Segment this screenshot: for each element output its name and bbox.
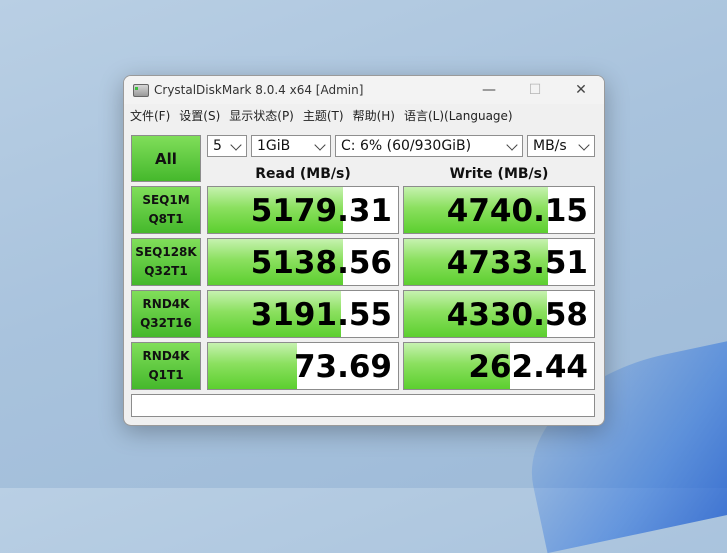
test-count-value: 5	[213, 138, 222, 154]
seq128k-q32t1-button[interactable]: SEQ128K Q32T1	[131, 238, 201, 286]
row-label-secondary: Q1T1	[148, 368, 184, 382]
main-panel: All 5 1GiB C: 6% (60/930GiB) MB/s Read (…	[124, 130, 604, 425]
write-result-value: 4733.51	[446, 245, 588, 281]
write-column-header: Write (MB/s)	[449, 166, 549, 182]
result-cell-read: 3191.55	[207, 290, 399, 338]
read-result-value: 5138.56	[250, 245, 392, 281]
result-cell-read: 5179.31	[207, 186, 399, 234]
result-cell-read: 73.69	[207, 342, 399, 390]
menu-display-status[interactable]: 显示状态(P)	[229, 107, 294, 124]
read-bar-fill	[208, 343, 298, 389]
run-all-button[interactable]: All	[131, 135, 201, 182]
result-cell-read: 5138.56	[207, 238, 399, 286]
row-label-secondary: Q32T16	[140, 316, 192, 330]
title-bar[interactable]: CrystalDiskMark 8.0.4 x64 [Admin] — ☐ ✕	[124, 76, 604, 104]
rnd4k-q1t1-button[interactable]: RND4K Q1T1	[131, 342, 201, 390]
read-result-value: 73.69	[293, 349, 392, 385]
window-title: CrystalDiskMark 8.0.4 x64 [Admin]	[154, 83, 364, 97]
menu-file[interactable]: 文件(F)	[130, 107, 170, 124]
seq1m-q8t1-button[interactable]: SEQ1M Q8T1	[131, 186, 201, 234]
row-label-primary: RND4K	[142, 297, 190, 311]
chevron-down-icon	[578, 139, 590, 151]
row-label-primary: SEQ1M	[142, 193, 190, 207]
test-size-select[interactable]: 1GiB	[251, 135, 331, 157]
row-label-secondary: Q32T1	[144, 264, 188, 278]
row-label-primary: RND4K	[142, 349, 190, 363]
drive-select[interactable]: C: 6% (60/930GiB)	[335, 135, 523, 157]
read-column-header: Read (MB/s)	[255, 166, 351, 182]
chevron-down-icon	[230, 139, 242, 151]
menu-bar: 文件(F) 设置(S) 显示状态(P) 主题(T) 帮助(H) 语言(L)(La…	[124, 104, 604, 126]
rnd4k-q32t16-button[interactable]: RND4K Q32T16	[131, 290, 201, 338]
unit-value: MB/s	[533, 138, 567, 154]
result-cell-write: 4740.15	[403, 186, 595, 234]
app-window: CrystalDiskMark 8.0.4 x64 [Admin] — ☐ ✕ …	[123, 75, 605, 426]
read-result-value: 3191.55	[250, 297, 392, 333]
test-count-select[interactable]: 5	[207, 135, 247, 157]
app-disk-icon	[132, 82, 149, 98]
comment-field[interactable]	[131, 394, 595, 417]
row-label-secondary: Q8T1	[148, 212, 184, 226]
test-size-value: 1GiB	[257, 138, 291, 154]
result-cell-write: 4733.51	[403, 238, 595, 286]
row-label-primary: SEQ128K	[135, 245, 197, 259]
write-result-value: 4740.15	[446, 193, 588, 229]
menu-settings[interactable]: 设置(S)	[179, 107, 220, 124]
read-result-value: 5179.31	[250, 193, 392, 229]
menu-language[interactable]: 语言(L)(Language)	[404, 107, 513, 124]
write-result-value: 4330.58	[446, 297, 588, 333]
chevron-down-icon	[506, 139, 518, 151]
result-cell-write: 4330.58	[403, 290, 595, 338]
menu-help[interactable]: 帮助(H)	[353, 107, 395, 124]
unit-select[interactable]: MB/s	[527, 135, 595, 157]
minimize-button[interactable]: —	[466, 76, 512, 104]
write-result-value: 262.44	[468, 349, 588, 385]
drive-value: C: 6% (60/930GiB)	[341, 138, 472, 154]
maximize-button: ☐	[528, 82, 542, 98]
chevron-down-icon	[314, 139, 326, 151]
result-cell-write: 262.44	[403, 342, 595, 390]
close-button[interactable]: ✕	[558, 76, 604, 104]
menu-theme[interactable]: 主题(T)	[303, 107, 344, 124]
